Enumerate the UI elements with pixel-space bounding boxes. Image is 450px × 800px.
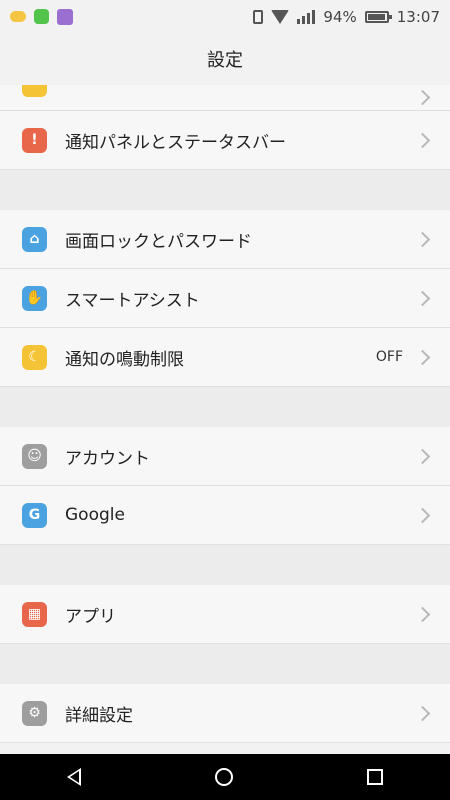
- clock: 13:07: [396, 7, 440, 26]
- chevron-right-icon: [414, 705, 431, 721]
- hand-icon: ✋: [22, 285, 47, 311]
- settings-item-label: 詳細設定: [65, 705, 133, 726]
- status-indicators: 94% 13:07: [253, 8, 440, 26]
- moon-icon: ☾: [22, 344, 47, 370]
- chevron-right-icon: [414, 231, 431, 247]
- settings-item-advanced[interactable]: ⚙ 詳細設定: [0, 684, 450, 743]
- settings-item-apps[interactable]: ▦ アプリ: [0, 585, 450, 644]
- battery-icon: [364, 10, 392, 23]
- settings-item-label: アプリ: [65, 606, 116, 627]
- settings-item-notification-panel[interactable]: ! 通知パネルとステータスバー: [0, 111, 450, 170]
- settings-item-label: スマートアシスト: [65, 290, 200, 311]
- settings-item-smart-assist[interactable]: ✋ スマートアシスト: [0, 269, 450, 328]
- status-bar: 94% 13:07: [0, 0, 450, 33]
- settings-item-screen-lock[interactable]: ⌂ 画面ロックとパスワード: [0, 210, 450, 269]
- settings-list: ! 通知パネルとステータスバー ⌂ 画面ロックとパスワード ✋ スマートアシスト…: [0, 85, 450, 754]
- settings-item-label: 画面ロックとパスワード: [65, 231, 252, 252]
- chevron-right-icon: [414, 290, 431, 306]
- weather-icon: [10, 11, 26, 22]
- section-divider: [0, 545, 450, 585]
- chevron-right-icon: [414, 132, 431, 148]
- settings-item-google[interactable]: G Google: [0, 486, 450, 545]
- chevron-right-icon: [414, 89, 431, 106]
- wifi-icon: [271, 9, 290, 24]
- status-notifications: [10, 8, 73, 25]
- gear-icon: ⚙: [22, 700, 47, 726]
- game-app-icon: [57, 8, 73, 25]
- section-divider: [0, 644, 450, 684]
- user-icon: ☺: [22, 443, 47, 469]
- signal-icon: [297, 9, 316, 24]
- dnd-status-value: OFF: [375, 349, 403, 365]
- partial-icon: [22, 85, 47, 97]
- settings-item-do-not-disturb[interactable]: ☾ 通知の鳴動制限 OFF: [0, 328, 450, 387]
- settings-item-accounts[interactable]: ☺ アカウント: [0, 427, 450, 486]
- navigation-bar: [0, 754, 450, 800]
- google-icon: G: [22, 502, 47, 528]
- line-app-icon: [34, 9, 49, 24]
- lock-icon: ⌂: [22, 226, 47, 252]
- chevron-right-icon: [414, 606, 431, 622]
- settings-item-label: 通知パネルとステータスバー: [65, 132, 286, 153]
- recent-apps-button[interactable]: [367, 769, 383, 785]
- apps-icon: ▦: [22, 601, 47, 627]
- settings-item-label: Google: [65, 505, 125, 525]
- chevron-right-icon: [414, 349, 431, 365]
- vibrate-icon: [253, 9, 264, 24]
- battery-percent: 94%: [323, 7, 357, 26]
- home-button[interactable]: [215, 768, 233, 786]
- back-button[interactable]: [67, 768, 81, 786]
- chevron-right-icon: [414, 448, 431, 464]
- bell-icon: !: [22, 127, 47, 153]
- settings-item-label: アカウント: [65, 448, 150, 469]
- page-title: 設定: [0, 33, 450, 85]
- chevron-right-icon: [414, 507, 431, 523]
- settings-item-label: 通知の鳴動制限: [65, 349, 184, 370]
- section-divider: [0, 387, 450, 427]
- settings-item-partial[interactable]: [0, 85, 450, 111]
- section-divider: [0, 170, 450, 210]
